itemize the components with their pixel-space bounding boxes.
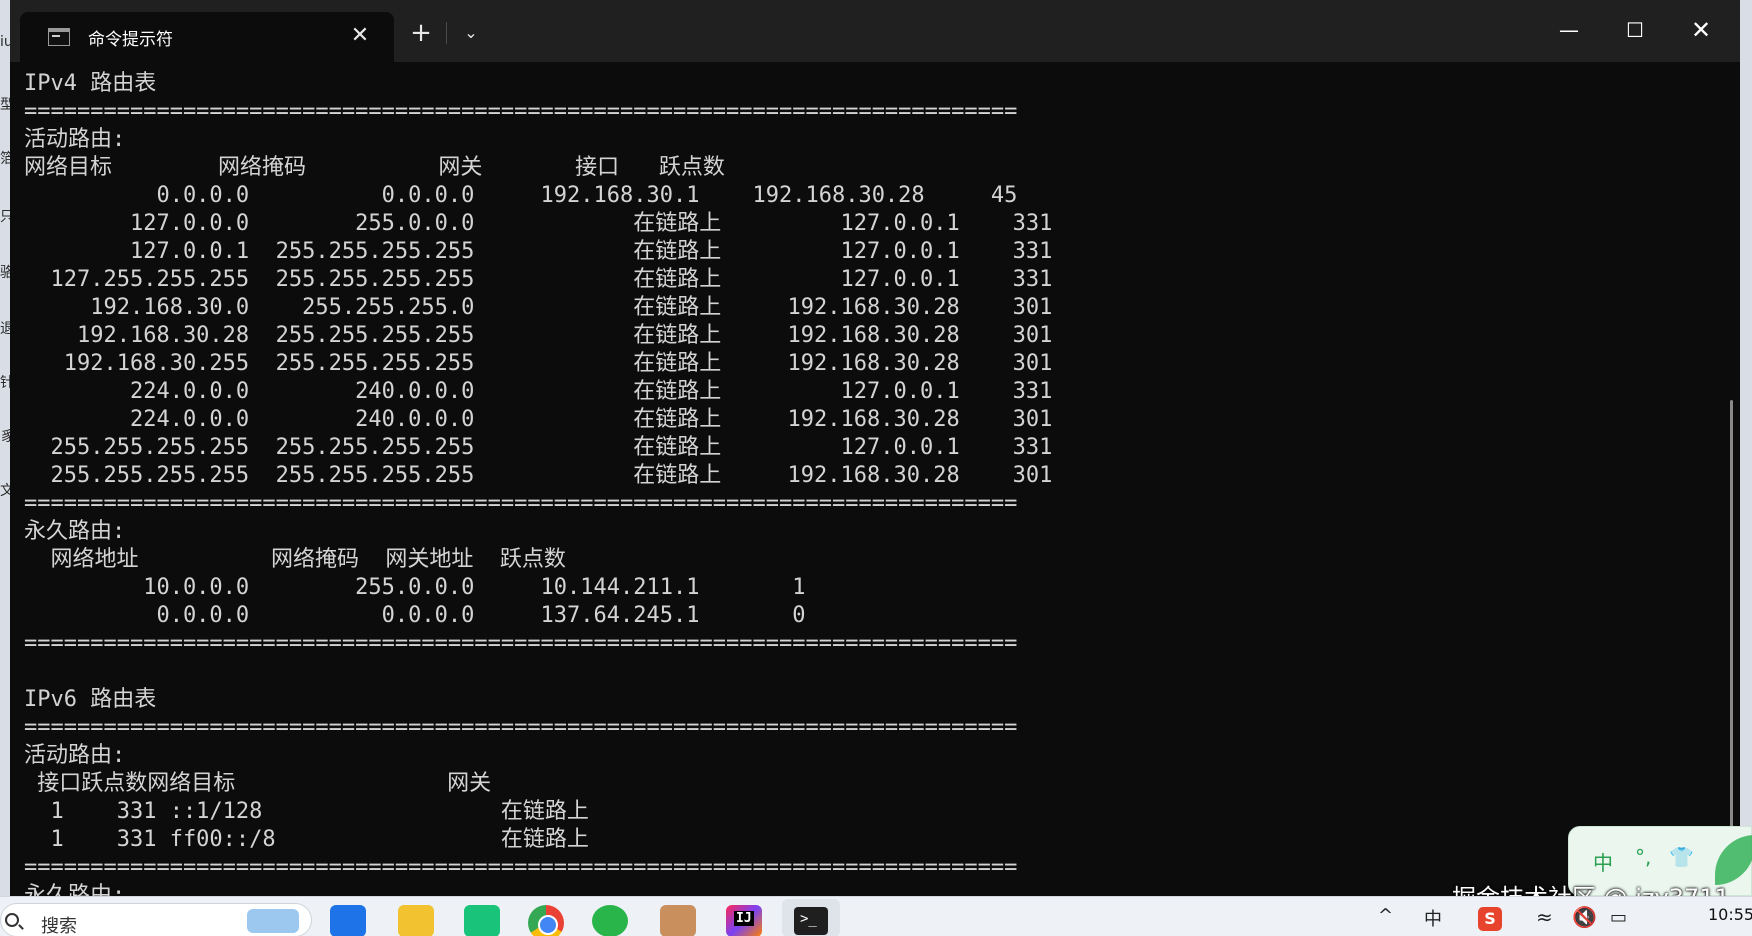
console-line: IPv6 路由表 — [24, 687, 157, 712]
console-line: 224.0.0.0 240.0.0.0 在链路上 192.168.30.28 3… — [24, 407, 1053, 432]
console-line: 192.168.30.255 255.255.255.255 在链路上 192.… — [24, 351, 1053, 376]
widgets-app-icon[interactable] — [330, 905, 366, 936]
terminal-icon: >_ — [794, 907, 828, 935]
console-line: ========================================… — [24, 715, 1018, 740]
close-tab-button[interactable]: ✕ — [348, 24, 372, 48]
search-highlight-icon[interactable] — [247, 909, 299, 933]
ime-skin-icon[interactable]: 👕 — [1669, 845, 1694, 869]
chrome-icon[interactable] — [528, 905, 564, 936]
console-line: 192.168.30.0 255.255.255.0 在链路上 192.168.… — [24, 295, 1053, 320]
scrollbar[interactable] — [1728, 62, 1736, 896]
console-line: 192.168.30.28 255.255.255.255 在链路上 192.1… — [24, 323, 1053, 348]
search-icon — [5, 913, 19, 927]
console-line: 255.255.255.255 255.255.255.255 在链路上 192… — [24, 463, 1053, 488]
console-line: 活动路由: — [24, 743, 126, 768]
new-tab-button[interactable]: + — [406, 18, 436, 48]
media-app-icon[interactable] — [464, 905, 500, 936]
desktop: iu 型 箔 只 骆 退 针 豸 文 命令提示符 ✕ + ⌄ — ☐ ✕ IPv… — [0, 0, 1752, 936]
maximize-button[interactable]: ☐ — [1612, 10, 1658, 50]
console-line: ========================================… — [24, 491, 1018, 516]
console-line: 127.0.0.0 255.0.0.0 在链路上 127.0.0.1 331 — [24, 211, 1053, 236]
console-line: 网络目标 网络掩码 网关 接口 跃点数 — [24, 155, 725, 180]
console-line: 1 331 ::1/128 在链路上 — [24, 799, 589, 824]
taskbar-terminal-active[interactable]: >_ — [782, 899, 840, 936]
console-line: 127.0.0.1 255.255.255.255 在链路上 127.0.0.1… — [24, 239, 1053, 264]
close-window-button[interactable]: ✕ — [1678, 10, 1724, 50]
tab-separator — [446, 22, 447, 44]
tab-command-prompt[interactable]: 命令提示符 ✕ — [20, 12, 394, 62]
console-line: 224.0.0.0 240.0.0.0 在链路上 127.0.0.1 331 — [24, 379, 1053, 404]
search-placeholder: 搜索 — [41, 916, 77, 936]
terminal-icon — [48, 28, 70, 46]
intellij-idea-icon[interactable]: IJ — [726, 905, 762, 936]
console-line: 0.0.0.0 0.0.0.0 192.168.30.1 192.168.30.… — [24, 183, 1018, 208]
title-bar: 命令提示符 ✕ + ⌄ — ☐ ✕ — [10, 0, 1740, 62]
wechat-icon[interactable] — [592, 905, 628, 936]
tab-dropdown-button[interactable]: ⌄ — [456, 18, 486, 48]
sogou-ime-icon[interactable]: S — [1478, 907, 1502, 931]
console-line: ========================================… — [24, 631, 1018, 656]
console-line: ========================================… — [24, 99, 1018, 124]
console-line: 127.255.255.255 255.255.255.255 在链路上 127… — [24, 267, 1053, 292]
terminal-window: 命令提示符 ✕ + ⌄ — ☐ ✕ IPv4 路由表 ==============… — [10, 0, 1740, 896]
background-app-strip-right — [1740, 0, 1752, 896]
console-line: 永久路由: — [24, 519, 126, 544]
ime-mode-toggle[interactable]: 中 — [1593, 847, 1613, 876]
console-output[interactable]: IPv4 路由表 ================================… — [24, 70, 1704, 896]
taskbar-search[interactable]: 搜索 — [0, 903, 312, 936]
minimize-button[interactable]: — — [1546, 10, 1592, 50]
tab-title: 命令提示符 — [88, 30, 173, 50]
console-line: 网络地址 网络掩码 网关地址 跃点数 — [24, 547, 566, 572]
battery-icon[interactable]: ▭ — [1610, 907, 1627, 928]
wifi-icon[interactable]: ≈ — [1536, 905, 1553, 929]
console-line: 0.0.0.0 0.0.0.0 137.64.245.1 0 — [24, 603, 806, 628]
clock[interactable]: 10:55 — [1708, 905, 1752, 924]
console-line: 活动路由: — [24, 127, 126, 152]
tray-ime-indicator[interactable]: 中 — [1424, 905, 1442, 931]
console-line: 1 331 ff00::/8 在链路上 — [24, 827, 589, 852]
tray-chevron-icon[interactable]: ^ — [1378, 905, 1393, 926]
console-line: 255.255.255.255 255.255.255.255 在链路上 127… — [24, 435, 1053, 460]
console-line: IPv4 路由表 — [24, 71, 157, 96]
ime-punctuation-toggle[interactable]: °, — [1635, 845, 1651, 869]
taskbar: 搜索 IJ >_ ^ 中 S ≈ 🔇 ▭ 10:55 — [0, 896, 1752, 936]
console-line: 接口跃点数网络目标 网关 — [24, 771, 492, 796]
scrollbar-thumb[interactable] — [1730, 400, 1733, 896]
idea-icon-label: IJ — [734, 911, 754, 926]
volume-muted-icon[interactable]: 🔇 — [1572, 905, 1597, 929]
console-text: IPv4 路由表 ================================… — [24, 70, 1704, 896]
file-explorer-icon[interactable] — [398, 905, 434, 936]
app-icon[interactable] — [660, 905, 696, 936]
console-line: 10.0.0.0 255.0.0.0 10.144.211.1 1 — [24, 575, 806, 600]
